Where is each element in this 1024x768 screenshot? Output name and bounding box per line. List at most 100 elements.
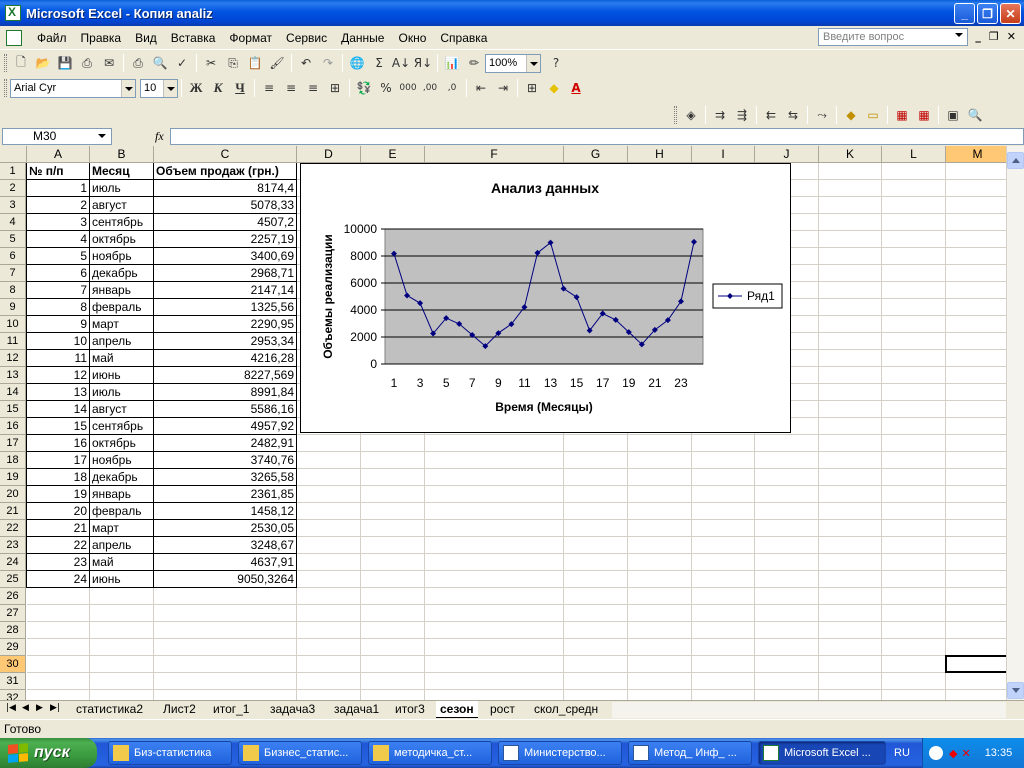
align-center-icon[interactable]: ≡ (280, 77, 302, 99)
table-cell-index[interactable]: 2 (27, 197, 90, 214)
spelling-icon[interactable]: ✓ (171, 52, 193, 74)
row-header[interactable]: 7 (0, 265, 26, 282)
table-cell-sales[interactable]: 4957,92 (154, 418, 297, 435)
table-cell-index[interactable]: 16 (27, 435, 90, 452)
menu-window[interactable]: Окно (391, 31, 433, 45)
table-cell-month[interactable]: июль (90, 180, 154, 197)
menu-format[interactable]: Формат (222, 31, 279, 45)
column-header[interactable]: F (425, 146, 564, 163)
row-header[interactable]: 15 (0, 401, 26, 418)
table-cell-sales[interactable]: 1458,12 (154, 503, 297, 520)
sheet-tab[interactable]: итог_1 (209, 701, 253, 718)
name-box-arrow-icon[interactable] (98, 134, 106, 138)
drawing-icon[interactable]: ✏ (463, 52, 485, 74)
table-cell-sales[interactable]: 2968,71 (154, 265, 297, 282)
toolbar-grip[interactable] (4, 54, 7, 72)
row-header[interactable]: 27 (0, 605, 26, 622)
table-cell-index[interactable]: 19 (27, 486, 90, 503)
row-header[interactable]: 16 (0, 418, 26, 435)
table-cell-sales[interactable]: 3740,76 (154, 452, 297, 469)
toolbar-grip[interactable] (4, 79, 7, 97)
tray-arrow-icon[interactable] (929, 746, 943, 760)
table-cell-sales[interactable]: 8991,84 (154, 384, 297, 401)
increase-decimal-icon[interactable]: ,00 (419, 77, 441, 99)
table-cell-sales[interactable]: 9050,3264 (154, 571, 297, 588)
table-cell-month[interactable]: февраль (90, 299, 154, 316)
table-header-cell[interactable]: Месяц (90, 163, 154, 180)
font-name-select[interactable]: Arial Cyr (10, 78, 136, 98)
doc-minimize-icon[interactable]: _ (975, 30, 981, 43)
row-header[interactable]: 26 (0, 588, 26, 605)
table-cell-month[interactable]: июнь (90, 571, 154, 588)
column-header[interactable]: H (628, 146, 692, 163)
chart-object[interactable]: Анализ данных 10000 8000 6000 4000 2000 0 1 3 5 7 9… (300, 163, 791, 433)
row-header[interactable]: 9 (0, 299, 26, 316)
table-cell-sales[interactable]: 1325,56 (154, 299, 297, 316)
row-header[interactable]: 6 (0, 248, 26, 265)
decrease-indent-icon[interactable]: ⇤ (470, 77, 492, 99)
column-header[interactable]: A (27, 146, 90, 163)
row-header[interactable]: 12 (0, 350, 26, 367)
table-cell-sales[interactable]: 2361,85 (154, 486, 297, 503)
error-check-icon[interactable]: ◈ (680, 104, 702, 126)
menu-edit[interactable]: Правка (74, 31, 129, 45)
menu-insert[interactable]: Вставка (164, 31, 223, 45)
vertical-scrollbar[interactable] (1006, 146, 1024, 700)
table-cell-index[interactable]: 7 (27, 282, 90, 299)
next-sheet-icon[interactable]: ▶ (36, 703, 43, 713)
table-cell-month[interactable]: май (90, 350, 154, 367)
table-cell-index[interactable]: 8 (27, 299, 90, 316)
redo-icon[interactable]: ↷ (317, 52, 339, 74)
circle-invalid-data-icon[interactable]: ▦ (891, 104, 913, 126)
last-sheet-icon[interactable]: ▶| (50, 703, 60, 713)
cut-icon[interactable]: ✂ (200, 52, 222, 74)
email-icon[interactable]: ✉ (98, 52, 120, 74)
table-header-cell[interactable]: № п/п (27, 163, 90, 180)
trace-precedents-icon[interactable]: ⇉ (709, 104, 731, 126)
menu-help[interactable]: Справка (433, 31, 494, 45)
name-box[interactable]: M30 (2, 128, 112, 145)
sheet-tab[interactable]: скол_средн (530, 701, 608, 718)
title-bar[interactable]: Microsoft Excel - Копия analiz _ ❐ ✕ (0, 0, 1024, 26)
workbook-icon[interactable] (6, 29, 22, 46)
column-header[interactable]: B (90, 146, 154, 163)
tray-network-icon[interactable]: ✕ (961, 747, 970, 760)
horizontal-scrollbar[interactable] (612, 702, 1006, 718)
table-cell-sales[interactable]: 5078,33 (154, 197, 297, 214)
decrease-decimal-icon[interactable]: ,0 (441, 77, 463, 99)
table-cell-index[interactable]: 21 (27, 520, 90, 537)
table-cell-sales[interactable]: 3400,69 (154, 248, 297, 265)
chart-wizard-icon[interactable]: 📊 (441, 52, 463, 74)
menu-data[interactable]: Данные (334, 31, 391, 45)
row-header[interactable]: 32 (0, 690, 26, 700)
sort-descending-icon[interactable]: Я↓ (412, 52, 434, 74)
table-cell-month[interactable]: сентябрь (90, 418, 154, 435)
row-header[interactable]: 11 (0, 333, 26, 350)
menu-file[interactable]: Файл (30, 31, 74, 45)
row-header[interactable]: 29 (0, 639, 26, 656)
table-cell-month[interactable]: декабрь (90, 469, 154, 486)
doc-close-icon[interactable]: ✕ (1007, 30, 1016, 43)
table-cell-index[interactable]: 11 (27, 350, 90, 367)
borders-icon[interactable]: ⊞ (521, 77, 543, 99)
sheet-tab-active[interactable]: сезон (436, 701, 478, 718)
menu-tools[interactable]: Сервис (279, 31, 334, 45)
sheet-tab[interactable]: Лист2 (159, 701, 200, 718)
row-header[interactable]: 10 (0, 316, 26, 333)
table-cell-month[interactable]: январь (90, 282, 154, 299)
table-cell-index[interactable]: 17 (27, 452, 90, 469)
column-header[interactable]: L (882, 146, 946, 163)
table-cell-index[interactable]: 10 (27, 333, 90, 350)
row-header[interactable]: 23 (0, 537, 26, 554)
print-icon[interactable]: ⎙ (127, 52, 149, 74)
table-cell-month[interactable]: июнь (90, 367, 154, 384)
row-header[interactable]: 3 (0, 197, 26, 214)
row-header[interactable]: 25 (0, 571, 26, 588)
evaluate-formula-icon[interactable]: 🔍 (964, 104, 986, 126)
sheet-tab[interactable]: задача3 (266, 701, 319, 718)
column-header[interactable]: M (946, 146, 1006, 163)
table-cell-index[interactable]: 20 (27, 503, 90, 520)
table-cell-month[interactable]: апрель (90, 537, 154, 554)
row-header[interactable]: 4 (0, 214, 26, 231)
table-cell-sales[interactable]: 2482,91 (154, 435, 297, 452)
